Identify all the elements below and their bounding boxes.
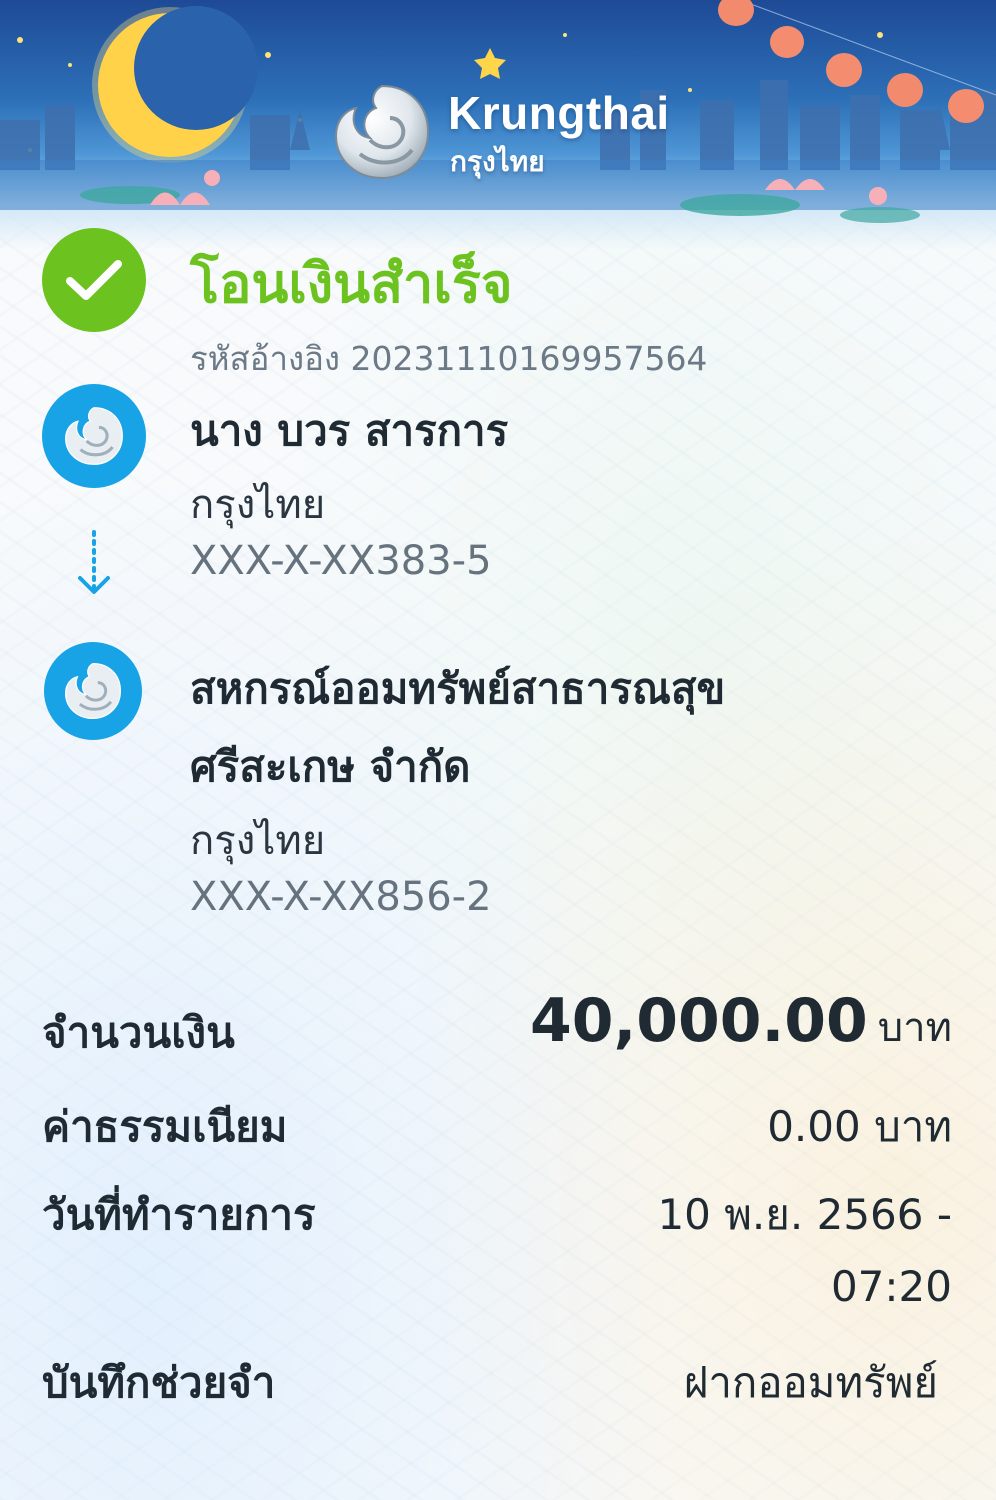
receiver-bank-logo-icon	[44, 642, 142, 740]
reference-number: รหัสอ้างอิง 2023111016995756­4	[190, 339, 708, 378]
fee-label: ค่าธรรมเนียม	[42, 1102, 288, 1151]
memo-label: บันทึกช่วยจำ	[42, 1358, 276, 1407]
amount-value-group: 40,000.00 บาท	[530, 986, 952, 1059]
success-title: โอนเงินสำเร็จ	[190, 252, 513, 315]
memo-value: ฝากออมทรัพย์	[683, 1358, 938, 1407]
brand-name-en: Krungthai	[448, 87, 670, 139]
receiver-name-line1: สหกรณ์ออมทรัพย์สาธารณสุข	[190, 664, 726, 713]
receiver-name-line2: ศรีสะเกษ จำกัด	[190, 742, 471, 791]
date-value: 10 พ.ย. 2566 -	[657, 1190, 952, 1239]
sender-name: นาง บวร สารการ	[190, 406, 509, 455]
time-value: 07:20	[830, 1262, 952, 1311]
check-icon	[42, 228, 146, 332]
krungthai-logo-icon	[330, 80, 434, 184]
sender-bank: กรุงไทย	[190, 482, 326, 528]
fee-value: 0.00 บาท	[767, 1102, 952, 1151]
receiver-account: XXX-X-XX856-2	[190, 874, 492, 920]
amount-label: จำนวนเงิน	[42, 1008, 235, 1057]
amount-unit: บาท	[877, 1005, 952, 1051]
header-banner: Krungthai กรุงไทย	[0, 0, 996, 250]
date-label: วันที่ทำรายการ	[42, 1190, 316, 1239]
amount-value: 40,000.00	[529, 986, 868, 1056]
brand-name-th: กรุงไทย	[450, 145, 545, 178]
receiver-bank: กรุงไทย	[190, 818, 326, 864]
arrow-down-icon	[74, 530, 114, 600]
sender-account: XXX-X-XX383-5	[190, 538, 492, 584]
sender-bank-logo-icon	[42, 384, 146, 488]
